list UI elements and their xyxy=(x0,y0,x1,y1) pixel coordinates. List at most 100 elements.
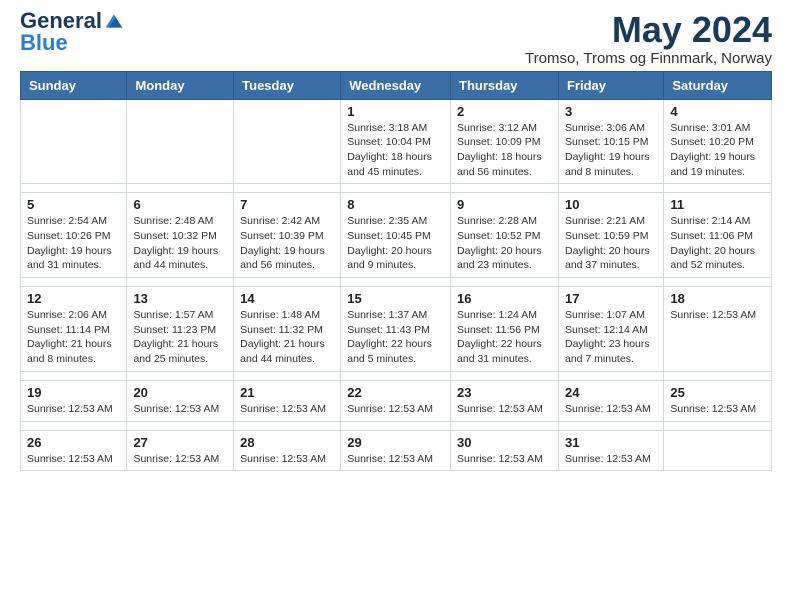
day-cell: 1Sunrise: 3:18 AM Sunset: 10:04 PM Dayli… xyxy=(341,99,451,184)
day-number: 31 xyxy=(565,435,657,450)
day-cell: 5 Sunrise: 2:54 AM Sunset: 10:26 PM Dayli… xyxy=(21,193,127,278)
day-number: 2 xyxy=(457,104,552,119)
day-number: 6 xyxy=(133,197,227,212)
day-number: 15 xyxy=(347,291,444,306)
day-cell: 22 Sunrise: 12:53 AM xyxy=(341,380,451,421)
day-cell: 28 Sunrise: 12:53 AM xyxy=(234,430,341,471)
day-number: 22 xyxy=(347,385,444,400)
day-number: 21 xyxy=(240,385,334,400)
day-number: 7 xyxy=(240,197,334,212)
day-cell: 3 Sunrise: 3:06 AM Sunset: 10:15 PM Dayli… xyxy=(558,99,663,184)
day-number: 25 xyxy=(670,385,765,400)
day-number: 29 xyxy=(347,435,444,450)
day-cell: 20 Sunrise: 12:53 AM xyxy=(127,380,234,421)
day-number: 3 xyxy=(565,104,657,119)
day-cell: 12Sunrise: 2:06 AM Sunset: 11:14 PM Dayl… xyxy=(21,287,127,372)
day-info: Sunrise: 3:18 AM Sunset: 10:04 PM Daylig… xyxy=(347,121,444,180)
col-header-wednesday: Wednesday xyxy=(341,71,451,99)
week-row-2: 5 Sunrise: 2:54 AM Sunset: 10:26 PM Dayli… xyxy=(21,193,772,278)
day-info: Sunrise: 1:48 AM Sunset: 11:32 PM Daylig… xyxy=(240,308,334,367)
day-info: Sunrise: 2:28 AM Sunset: 10:52 PM Daylig… xyxy=(457,214,552,273)
day-info: Sunrise: 12:53 AM xyxy=(27,402,120,417)
day-cell: 25 Sunrise: 12:53 AM xyxy=(664,380,772,421)
logo: General Blue xyxy=(20,10,124,54)
day-cell: 15Sunrise: 1:37 AM Sunset: 11:43 PM Dayl… xyxy=(341,287,451,372)
day-info: Sunrise: 12:53 AM xyxy=(670,308,765,323)
day-cell: 13 Sunrise: 1:57 AM Sunset: 11:23 PM Dayl… xyxy=(127,287,234,372)
day-cell: 9Sunrise: 2:28 AM Sunset: 10:52 PM Dayli… xyxy=(451,193,559,278)
calendar: SundayMondayTuesdayWednesdayThursdayFrid… xyxy=(20,71,772,472)
day-info: Sunrise: 3:01 AM Sunset: 10:20 PM Daylig… xyxy=(670,121,765,180)
day-info: Sunrise: 1:07 AM Sunset: 12:14 AM Daylig… xyxy=(565,308,657,367)
day-number: 28 xyxy=(240,435,334,450)
page: General Blue May 2024 Tromso, Troms og F… xyxy=(0,0,792,491)
day-info: Sunrise: 12:53 AM xyxy=(27,452,120,467)
day-number: 17 xyxy=(565,291,657,306)
day-info: Sunrise: 12:53 AM xyxy=(457,452,552,467)
day-cell: 30 Sunrise: 12:53 AM xyxy=(451,430,559,471)
day-cell xyxy=(664,430,772,471)
day-info: Sunrise: 2:42 AM Sunset: 10:39 PM Daylig… xyxy=(240,214,334,273)
day-number: 27 xyxy=(133,435,227,450)
day-info: Sunrise: 12:53 AM xyxy=(565,402,657,417)
day-cell: 29 Sunrise: 12:53 AM xyxy=(341,430,451,471)
day-number: 11 xyxy=(670,197,765,212)
spacer-row xyxy=(21,371,772,380)
day-cell: 4 Sunrise: 3:01 AM Sunset: 10:20 PM Dayli… xyxy=(664,99,772,184)
day-number: 30 xyxy=(457,435,552,450)
col-header-monday: Monday xyxy=(127,71,234,99)
day-cell: 11 Sunrise: 2:14 AM Sunset: 11:06 PM Dayl… xyxy=(664,193,772,278)
day-cell xyxy=(234,99,341,184)
day-info: Sunrise: 12:53 AM xyxy=(240,452,334,467)
day-cell: 14 Sunrise: 1:48 AM Sunset: 11:32 PM Dayl… xyxy=(234,287,341,372)
day-cell: 2 Sunrise: 3:12 AM Sunset: 10:09 PM Dayli… xyxy=(451,99,559,184)
col-header-friday: Friday xyxy=(558,71,663,99)
day-info: Sunrise: 12:53 AM xyxy=(347,452,444,467)
day-cell: 19Sunrise: 12:53 AM xyxy=(21,380,127,421)
week-row-3: 12Sunrise: 2:06 AM Sunset: 11:14 PM Dayl… xyxy=(21,287,772,372)
day-cell: 23Sunrise: 12:53 AM xyxy=(451,380,559,421)
day-info: Sunrise: 12:53 AM xyxy=(670,402,765,417)
day-info: Sunrise: 12:53 AM xyxy=(133,402,227,417)
col-header-thursday: Thursday xyxy=(451,71,559,99)
logo-blue-text: Blue xyxy=(20,32,68,54)
day-info: Sunrise: 1:24 AM Sunset: 11:56 PM Daylig… xyxy=(457,308,552,367)
day-number: 14 xyxy=(240,291,334,306)
week-row-1: 1Sunrise: 3:18 AM Sunset: 10:04 PM Dayli… xyxy=(21,99,772,184)
day-cell xyxy=(21,99,127,184)
day-info: Sunrise: 3:12 AM Sunset: 10:09 PM Daylig… xyxy=(457,121,552,180)
day-number: 8 xyxy=(347,197,444,212)
location: Tromso, Troms og Finnmark, Norway xyxy=(525,50,772,67)
day-info: Sunrise: 2:35 AM Sunset: 10:45 PM Daylig… xyxy=(347,214,444,273)
day-info: Sunrise: 2:21 AM Sunset: 10:59 PM Daylig… xyxy=(565,214,657,273)
col-header-sunday: Sunday xyxy=(21,71,127,99)
header: General Blue May 2024 Tromso, Troms og F… xyxy=(20,10,772,67)
day-info: Sunrise: 3:06 AM Sunset: 10:15 PM Daylig… xyxy=(565,121,657,180)
day-number: 13 xyxy=(133,291,227,306)
week-row-5: 26Sunrise: 12:53 AM27Sunrise: 12:53 AM28… xyxy=(21,430,772,471)
day-info: Sunrise: 12:53 AM xyxy=(240,402,334,417)
day-number: 4 xyxy=(670,104,765,119)
day-cell: 6Sunrise: 2:48 AM Sunset: 10:32 PM Dayli… xyxy=(127,193,234,278)
day-info: Sunrise: 2:54 AM Sunset: 10:26 PM Daylig… xyxy=(27,214,120,273)
spacer-row xyxy=(21,278,772,287)
calendar-header-row: SundayMondayTuesdayWednesdayThursdayFrid… xyxy=(21,71,772,99)
day-cell: 18 Sunrise: 12:53 AM xyxy=(664,287,772,372)
day-info: Sunrise: 12:53 AM xyxy=(457,402,552,417)
day-info: Sunrise: 12:53 AM xyxy=(133,452,227,467)
day-number: 20 xyxy=(133,385,227,400)
logo-icon xyxy=(104,11,124,31)
day-number: 16 xyxy=(457,291,552,306)
day-cell: 16 Sunrise: 1:24 AM Sunset: 11:56 PM Dayl… xyxy=(451,287,559,372)
week-row-4: 19Sunrise: 12:53 AM 20 Sunrise: 12:53 AM 21… xyxy=(21,380,772,421)
col-header-saturday: Saturday xyxy=(664,71,772,99)
day-info: Sunrise: 12:53 AM xyxy=(565,452,657,467)
day-info: Sunrise: 12:53 AM xyxy=(347,402,444,417)
day-info: Sunrise: 1:57 AM Sunset: 11:23 PM Daylig… xyxy=(133,308,227,367)
day-number: 5 xyxy=(27,197,120,212)
day-info: Sunrise: 2:14 AM Sunset: 11:06 PM Daylig… xyxy=(670,214,765,273)
logo-general: General xyxy=(20,10,102,32)
logo-text: General xyxy=(20,10,124,32)
day-cell: 24Sunrise: 12:53 AM xyxy=(558,380,663,421)
day-number: 18 xyxy=(670,291,765,306)
